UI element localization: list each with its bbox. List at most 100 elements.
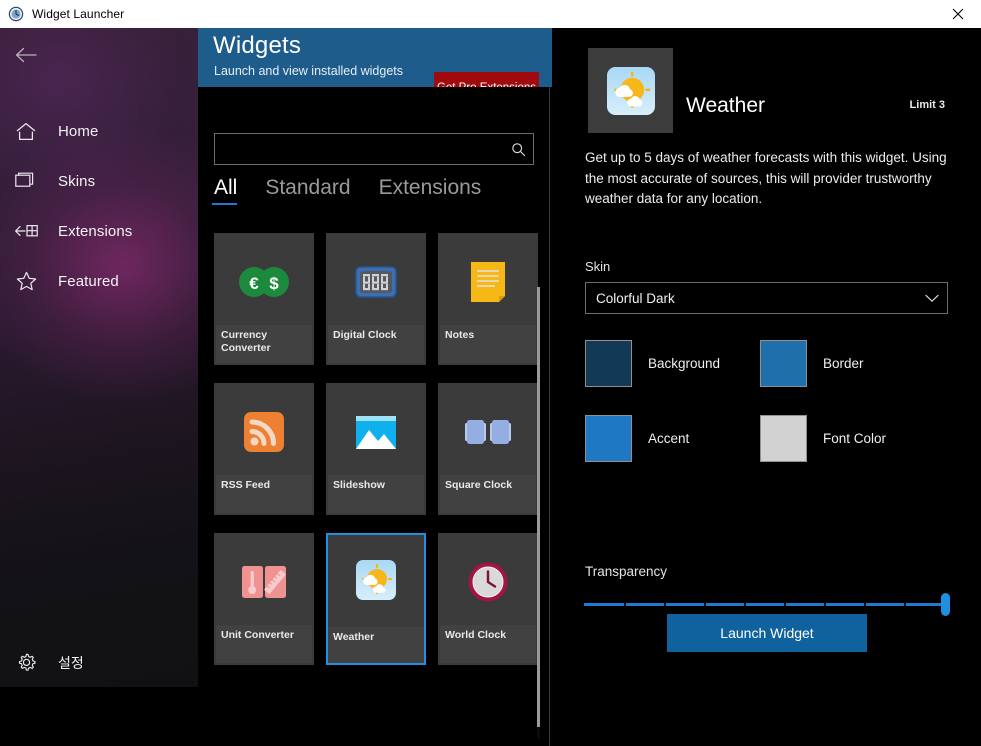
svg-text:€: € — [249, 274, 259, 293]
widget-grid: € $ Currency Converter Digital Clock Not… — [214, 233, 540, 683]
widget-tile-weather[interactable]: Weather — [326, 533, 426, 665]
transparency-label: Transparency — [585, 564, 668, 579]
weather-sun-cloud-icon — [328, 535, 424, 625]
slider-track — [584, 603, 950, 606]
skin-label: Skin — [585, 259, 611, 274]
gear-icon — [11, 652, 41, 673]
swatch-label: Background — [648, 356, 721, 371]
slider-tick — [784, 600, 786, 609]
swatch-label: Accent — [648, 431, 690, 446]
search-box[interactable] — [214, 133, 534, 165]
sidebar-nav-list: Home Skins Extensions Featured — [0, 106, 198, 306]
detail-description: Get up to 5 days of weather forecasts wi… — [585, 150, 947, 207]
sidebar: Home Skins Extensions Featured 설정 — [0, 28, 198, 687]
widget-tile-label: Digital Clock — [328, 325, 424, 363]
page-subtitle: Launch and view installed widgets — [214, 64, 404, 78]
widget-tile-notes[interactable]: Notes — [438, 233, 538, 365]
svg-text:$: $ — [269, 274, 279, 293]
slider-tick — [624, 600, 626, 609]
back-button[interactable] — [4, 38, 48, 72]
rss-icon — [216, 385, 312, 479]
title-bar: Widget Launcher — [0, 0, 981, 28]
widget-tile-unit-converter[interactable]: Unit Converter — [214, 533, 314, 665]
swatch-label: Border — [823, 356, 864, 371]
widget-tile-label: World Clock — [440, 625, 536, 663]
swatch-chip[interactable] — [585, 415, 632, 462]
detail-title: Weather — [686, 94, 765, 117]
skin-select[interactable]: Colorful Dark — [585, 282, 948, 314]
widget-tile-rss-feed[interactable]: RSS Feed — [214, 383, 314, 515]
color-swatches: Background Border Accent Font Color — [585, 340, 965, 462]
window-title: Widget Launcher — [32, 7, 125, 21]
search-input[interactable] — [215, 134, 503, 164]
slider-tick — [704, 600, 706, 609]
panel-divider — [549, 87, 550, 746]
search-icon[interactable] — [503, 134, 533, 164]
slider-tick — [744, 600, 746, 609]
unit-converter-icon — [216, 535, 312, 629]
page-title: Widgets — [213, 32, 302, 59]
widget-tile-slideshow[interactable]: Slideshow — [326, 383, 426, 515]
close-icon[interactable] — [935, 0, 981, 28]
clock-app-icon — [8, 6, 24, 22]
widget-tile-label: Weather — [328, 627, 424, 663]
picture-icon — [328, 385, 424, 479]
sidebar-item-skins[interactable]: Skins — [0, 156, 198, 206]
widget-tile-label: Currency Converter — [216, 325, 312, 363]
tab-all[interactable]: All — [212, 177, 239, 205]
currency-coins-icon: € $ — [216, 235, 312, 329]
launch-widget-button[interactable]: Launch Widget — [667, 614, 867, 652]
tab-extensions[interactable]: Extensions — [377, 177, 484, 205]
swatch-background[interactable]: Background — [585, 340, 760, 387]
widget-tile-label: RSS Feed — [216, 475, 312, 513]
home-icon — [11, 122, 41, 141]
sidebar-item-label: Home — [58, 122, 99, 140]
sidebar-item-label: Featured — [58, 272, 119, 290]
limit-badge: Limit 3 — [909, 99, 945, 111]
swatch-chip[interactable] — [760, 340, 807, 387]
widget-tile-label: Unit Converter — [216, 625, 312, 663]
sidebar-item-extensions[interactable]: Extensions — [0, 206, 198, 256]
widget-tile-world-clock[interactable]: World Clock — [438, 533, 538, 665]
tab-standard[interactable]: Standard — [263, 177, 352, 205]
slider-thumb[interactable] — [941, 593, 950, 616]
app-window: Home Skins Extensions Featured 설정 Widget… — [0, 28, 981, 746]
slider-tick — [904, 600, 906, 609]
swatch-font-color[interactable]: Font Color — [760, 415, 935, 462]
catalog-tabs: All Standard Extensions — [212, 177, 483, 205]
square-clock-icon — [440, 385, 536, 479]
swatch-accent[interactable]: Accent — [585, 415, 760, 462]
window-stack-icon — [11, 172, 41, 190]
swatch-label: Font Color — [823, 431, 887, 446]
star-icon — [11, 271, 41, 291]
sidebar-item-home[interactable]: Home — [0, 106, 198, 156]
swatch-border[interactable]: Border — [760, 340, 935, 387]
swatch-chip[interactable] — [585, 340, 632, 387]
widget-detail-panel: Weather Limit 3 Get up to 5 days of weat… — [552, 28, 981, 687]
widget-tile-digital-clock[interactable]: Digital Clock — [326, 233, 426, 365]
sidebar-item-label: Extensions — [58, 222, 133, 240]
detail-weather-sun-cloud-icon — [588, 48, 673, 133]
sidebar-item-label: Skins — [58, 172, 96, 190]
sidebar-item-label: 설정 — [58, 654, 84, 671]
slider-tick — [664, 600, 666, 609]
slider-tick — [824, 600, 826, 609]
chevron-down-icon — [917, 294, 947, 303]
world-clock-icon — [440, 535, 536, 629]
widget-tile-square-clock[interactable]: Square Clock — [438, 383, 538, 515]
widget-tile-label: Slideshow — [328, 475, 424, 513]
sidebar-item-settings[interactable]: 설정 — [0, 652, 198, 673]
widget-tile-label: Notes — [440, 325, 536, 363]
digital-clock-icon — [328, 235, 424, 329]
catalog-scrollbar[interactable] — [537, 287, 540, 739]
slider-tick — [864, 600, 866, 609]
widget-tile-label: Square Clock — [440, 475, 536, 513]
notes-icon — [440, 235, 536, 329]
skin-selected-value: Colorful Dark — [596, 290, 675, 306]
widget-tile-currency-converter[interactable]: € $ Currency Converter — [214, 233, 314, 365]
catalog-scrollbar-thumb[interactable] — [537, 287, 540, 727]
sidebar-item-featured[interactable]: Featured — [0, 256, 198, 306]
widget-catalog: All Standard Extensions € $ Currency Con… — [198, 87, 550, 746]
extensions-icon — [11, 223, 41, 239]
swatch-chip[interactable] — [760, 415, 807, 462]
